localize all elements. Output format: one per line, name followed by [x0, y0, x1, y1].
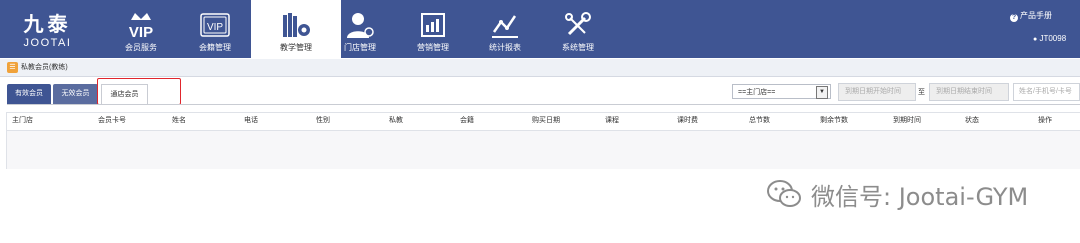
members-table: 主门店 会员卡号 姓名 电话 性别 私教 会籍 购买日期 课程 课时费 总节数 … — [6, 112, 1080, 169]
column-header: 课时费 — [677, 117, 698, 124]
end-date-input[interactable]: 到期日期结束时间 — [929, 83, 1009, 101]
brand-logo[interactable]: 九泰 JOOTAI — [0, 0, 95, 58]
column-header: 电话 — [244, 117, 258, 124]
store-select[interactable]: ==主门店== ▼ — [732, 84, 831, 99]
column-header: 操作 — [1038, 117, 1052, 124]
nav-item-system[interactable]: 系统管理 — [533, 0, 623, 58]
product-manual-link[interactable]: ? 产品手册 — [1010, 10, 1052, 22]
watermark-text: 微信号: Jootai-GYM — [811, 182, 1029, 211]
nav-item-membership[interactable]: VIP 会籍管理 — [170, 0, 260, 58]
nav-label: 系统管理 — [562, 43, 594, 52]
search-input[interactable]: 姓名/手机号/卡号 — [1013, 83, 1080, 101]
wechat-logo-icon — [767, 180, 801, 207]
nav-label: 会籍管理 — [199, 43, 231, 52]
user-area: ? 产品手册 ● JT0098 — [1000, 0, 1080, 58]
column-header: 到期时间 — [893, 117, 921, 124]
start-date-input[interactable]: 到期日期开始时间 — [838, 83, 916, 101]
help-icon: ? — [1010, 14, 1018, 22]
chevron-down-icon[interactable]: ▼ — [816, 86, 828, 99]
wechat-watermark: 微信号: Jootai-GYM — [765, 176, 1028, 212]
store-select-value: ==主门店== — [738, 89, 776, 96]
date-range-separator: 至 — [918, 88, 925, 96]
breadcrumb-bar — [0, 59, 1080, 77]
column-header: 状态 — [965, 117, 979, 124]
column-header: 性别 — [316, 117, 330, 124]
user-settings-icon — [347, 13, 374, 38]
svg-text:VIP: VIP — [129, 24, 153, 40]
stats-line-icon — [492, 15, 518, 38]
svg-text:VIP: VIP — [207, 22, 223, 33]
column-header: 会籍 — [460, 117, 474, 124]
books-gear-icon — [283, 13, 310, 37]
user-icon: ● — [1033, 36, 1038, 43]
column-header: 姓名 — [172, 117, 186, 124]
tab-valid-members[interactable]: 有效会员 — [7, 84, 51, 104]
table-body-empty — [7, 131, 1080, 169]
tab-divider — [7, 104, 1080, 105]
column-header: 购买日期 — [532, 117, 560, 124]
column-header: 剩余节数 — [820, 117, 848, 124]
vip-card-icon: VIP — [200, 13, 230, 37]
vip-crown-icon: VIP — [129, 13, 153, 40]
tools-icon — [565, 12, 591, 36]
brand-name-cn: 九泰 — [23, 12, 72, 36]
marketing-chart-icon — [421, 13, 445, 37]
page-icon: ☰ — [7, 62, 18, 73]
column-header: 私教 — [389, 117, 403, 124]
column-header: 会员卡号 — [98, 117, 126, 124]
column-header: 主门店 — [12, 117, 33, 124]
breadcrumb-title: 私教会员(教练) — [21, 64, 68, 71]
user-account-menu[interactable]: ● JT0098 — [1033, 34, 1066, 43]
highlight-annotation-box — [97, 78, 181, 105]
column-header: 总节数 — [749, 117, 770, 124]
top-navigation-bar: 九泰 JOOTAI VIP 会员服务 VIP 会籍管理 教学管理 门店管理 营销… — [0, 0, 1080, 58]
brand-name-en: JOOTAI — [23, 37, 72, 49]
column-header: 课程 — [605, 117, 619, 124]
tab-invalid-members[interactable]: 无效会员 — [53, 84, 98, 104]
account-name: JT0098 — [1039, 34, 1067, 43]
table-header: 主门店 会员卡号 姓名 电话 性别 私教 会籍 购买日期 课程 课时费 总节数 … — [7, 113, 1080, 131]
